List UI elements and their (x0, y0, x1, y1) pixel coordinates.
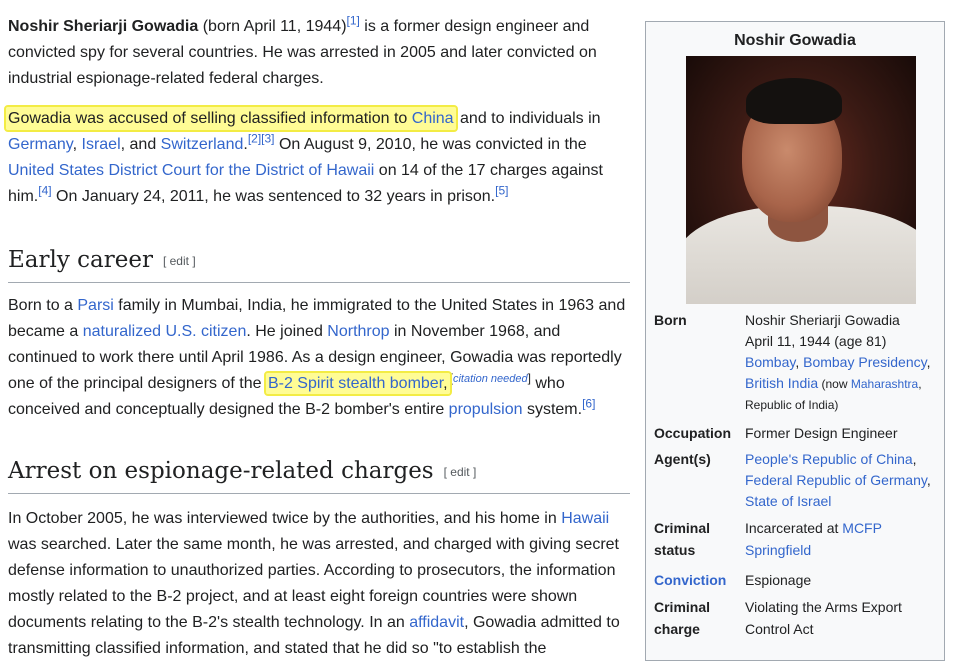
link-parsi[interactable]: Parsi (77, 297, 113, 314)
occupation-value: Former Design Engineer (745, 425, 898, 441)
arrest-paragraph: In October 2005, he was interviewed twic… (8, 510, 620, 657)
link-china[interactable]: China (412, 110, 454, 127)
photo-hair (746, 78, 842, 124)
occupation-label: Occupation (654, 425, 732, 441)
agents-label: Agent(s) (654, 451, 711, 467)
link-switzerland[interactable]: Switzerland (161, 136, 244, 153)
highlighted-b2-link: B-2 Spirit stealth bomber, (263, 371, 452, 396)
agents-value: People's Republic of China, Federal Repu… (745, 451, 931, 509)
heading-early-career: Early career[ edit ] (8, 244, 630, 283)
conviction-value: Espionage (745, 572, 812, 588)
link-mcfp[interactable]: MCFP (842, 520, 882, 536)
criminal-status-label: Criminal status (654, 520, 711, 558)
ref-6[interactable]: [6] (582, 397, 595, 411)
infobox: Noshir Gowadia Born Noshir Sheriarji Gow… (645, 21, 945, 661)
ref-5[interactable]: [5] (495, 184, 508, 198)
edit-link-arrest[interactable]: [ edit ] (444, 465, 477, 479)
link-maharashtra[interactable]: Maharashtra (851, 377, 918, 391)
link-affidavit[interactable]: affidavit (409, 614, 464, 631)
link-northrop[interactable]: Northrop (327, 323, 389, 340)
link-district-court[interactable]: United States District Court for the Dis… (8, 162, 374, 179)
link-naturalized-citizen[interactable]: naturalized U.S. citizen (83, 323, 247, 340)
link-propulsion[interactable]: propulsion (449, 401, 523, 418)
link-frg[interactable]: Federal Republic of Germany (745, 472, 927, 488)
link-state-of-israel[interactable]: State of Israel (745, 493, 831, 509)
portrait-photo[interactable] (686, 56, 916, 304)
early-career-paragraph: Born to a Parsi family in Mumbai, India,… (8, 297, 626, 418)
criminal-charge-label: Criminal charge (654, 599, 711, 637)
highlighted-accusation: Gowadia was accused of selling classifie… (4, 105, 458, 132)
article-body: Noshir Sheriarji Gowadia (born April 11,… (4, 13, 630, 662)
citation-needed-link[interactable]: citation needed (453, 373, 528, 385)
edit-link-early-career[interactable]: [ edit ] (163, 254, 196, 268)
ref-1[interactable]: [1] (347, 14, 360, 28)
link-prc[interactable]: People's Republic of China (745, 451, 913, 467)
link-hawaii[interactable]: Hawaii (561, 510, 609, 527)
link-israel[interactable]: Israel (82, 136, 121, 153)
citation-needed: [citation needed] (449, 370, 531, 385)
link-bombay-presidency[interactable]: Bombay Presidency (803, 354, 926, 370)
intro-paragraph: Noshir Sheriarji Gowadia (born April 11,… (8, 13, 597, 87)
link-bombay[interactable]: Bombay (745, 354, 795, 370)
link-springfield[interactable]: Springfield (745, 542, 811, 558)
link-british-india[interactable]: British India (745, 375, 818, 391)
accusation-paragraph: Gowadia was accused of selling classifie… (4, 105, 630, 210)
link-germany[interactable]: Germany (8, 136, 73, 153)
heading-arrest: Arrest on espionage-related charges[ edi… (8, 455, 630, 494)
ref-2-3[interactable]: [2][3] (248, 132, 275, 146)
conviction-label-link[interactable]: Conviction (654, 570, 742, 591)
born-value: Noshir Sheriarji Gowadia April 11, 1944 … (745, 312, 931, 412)
infobox-title: Noshir Gowadia (734, 32, 856, 49)
criminal-status-value: Incarcerated at MCFP Springfield (745, 520, 882, 558)
subject-name: Noshir Sheriarji Gowadia (8, 18, 199, 35)
link-b2-spirit[interactable]: B-2 Spirit stealth bomber (268, 375, 443, 392)
born-label: Born (654, 312, 687, 328)
ref-4[interactable]: [4] (38, 184, 51, 198)
criminal-charge-value: Violating the Arms Export Control Act (745, 599, 902, 637)
